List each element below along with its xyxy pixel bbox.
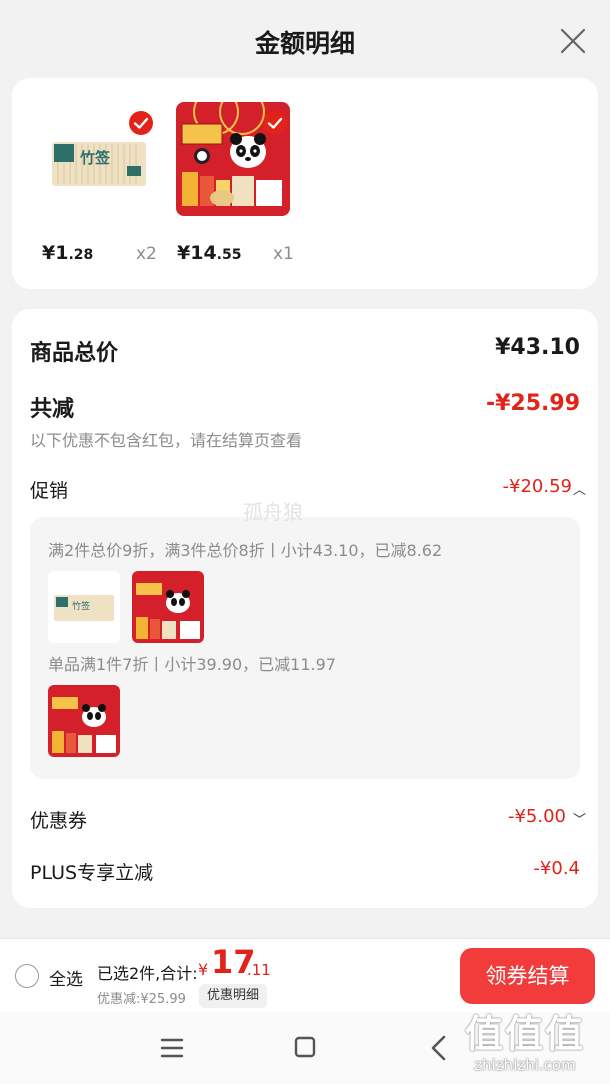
plus-discount-value: -¥0.4 (533, 858, 580, 879)
amount-detail-sheet: 金额明细 竹签 ¥1.28 x2 ¥14.55 x1 商品总价 ¥43.10 共… (0, 0, 610, 938)
sheet-header: 金额明细 (0, 0, 610, 78)
chevron-down-icon[interactable]: ﹀ (573, 809, 586, 828)
home-square-icon[interactable] (285, 1030, 325, 1066)
selected-count-text: 已选2件,合计: (97, 964, 198, 983)
promo-value: -¥20.59 (502, 476, 572, 497)
chevron-up-icon[interactable]: ︿ (573, 479, 586, 498)
price-decimal: .55 (216, 247, 242, 263)
plus-discount-row: PLUS专享立减 -¥0.4 (30, 858, 580, 886)
product-price-1: ¥1.28 (42, 242, 93, 264)
discount-detail-chip[interactable]: 优惠明细 (199, 984, 268, 1008)
checkmark-icon (263, 111, 287, 135)
product-image-skewers: 竹签 (42, 102, 156, 216)
promo-rule-1: 满2件总价9折，满3件总价8折丨小计43.10，已减8.62 (48, 541, 443, 560)
product-pack-label: 竹签 (80, 149, 111, 167)
sheet-title: 金额明细 (254, 29, 355, 58)
site-watermark: 值值值 zhizhizhi.com (450, 1003, 600, 1074)
menu-icon[interactable] (152, 1030, 192, 1066)
price-decimal: .28 (68, 247, 94, 263)
svg-text:竹签: 竹签 (72, 600, 90, 612)
promo-thumb-snack-box (132, 571, 204, 643)
discount-row: 共减 -¥25.99 (30, 391, 580, 422)
discount-value: -¥25.99 (485, 391, 580, 416)
product-item-1[interactable]: 竹签 (42, 102, 156, 216)
total-price-row: 商品总价 ¥43.10 (30, 335, 580, 366)
plus-discount-label: PLUS专享立减 (30, 862, 154, 884)
promo-rule-2: 单品满1件7折丨小计39.90，已减11.97 (48, 655, 336, 674)
promo-thumb-snack-box-2 (48, 685, 120, 757)
select-all-label[interactable]: 全选 (49, 965, 83, 990)
total-price-value: ¥43.10 (495, 335, 580, 360)
promo-detail-box: 满2件总价9折，满3件总价8折丨小计43.10，已减8.62 竹签 单品满1件7… (30, 517, 580, 779)
products-card: 竹签 ¥1.28 x2 ¥14.55 x1 (12, 78, 598, 289)
site-watermark-url: zhizhizhi.com (474, 1056, 576, 1074)
promo-label: 促销 (30, 480, 69, 502)
total-price-label: 商品总价 (30, 341, 119, 366)
saved-amount-text: 优惠减:¥25.99 (97, 992, 186, 1007)
total-currency: ¥ (198, 960, 209, 979)
price-detail-card: 商品总价 ¥43.10 共减 -¥25.99 以下优惠不包含红包，请在结算页查看… (12, 309, 598, 908)
promo-row[interactable]: 促销 -¥20.59 ︿ (30, 476, 586, 504)
total-decimal: .11 (247, 961, 271, 979)
price-integer: ¥1 (42, 242, 69, 264)
site-watermark-logo: 值值值 (464, 1012, 585, 1056)
product-image-snack-box (176, 102, 290, 216)
checkout-button[interactable]: 领券结算 (460, 948, 595, 1004)
product-price-2: ¥14.55 (177, 242, 241, 264)
product-item-2[interactable] (176, 102, 290, 216)
checkmark-icon (129, 111, 153, 135)
coupon-value: -¥5.00 (507, 806, 566, 827)
select-all-radio[interactable] (15, 964, 39, 988)
discount-note: 以下优惠不包含红包，请在结算页查看 (30, 431, 303, 450)
user-watermark: 孤舟狼 (243, 500, 303, 524)
coupon-row[interactable]: 优惠券 -¥5.00 ﹀ (30, 806, 586, 834)
coupon-label: 优惠券 (30, 810, 88, 832)
close-icon[interactable] (558, 26, 588, 56)
promo-thumb-skewers: 竹签 (48, 571, 120, 643)
product-qty-1: x2 (136, 244, 157, 264)
discount-label: 共减 (30, 397, 75, 422)
price-integer: ¥14 (177, 242, 217, 264)
product-qty-2: x1 (273, 244, 294, 264)
checkout-bar: 全选 已选2件,合计: ¥ 17 .11 优惠减:¥25.99 优惠明细 领券结… (0, 938, 610, 1012)
